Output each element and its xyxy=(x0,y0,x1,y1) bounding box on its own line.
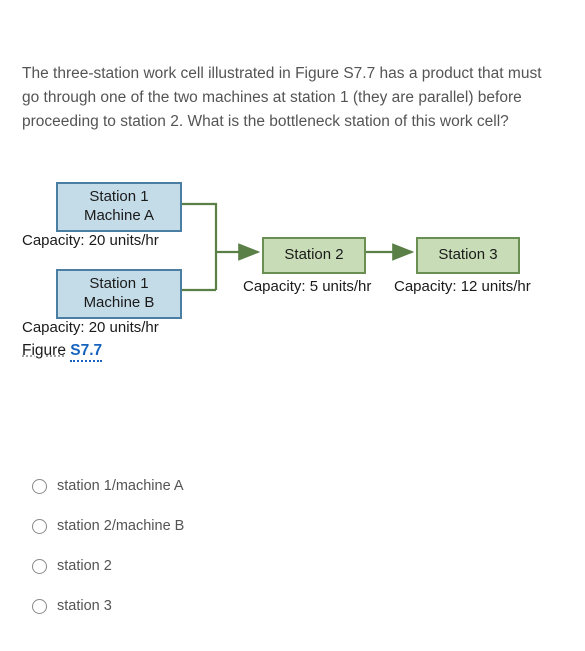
radio-icon xyxy=(32,599,47,614)
option-label: station 3 xyxy=(57,598,112,614)
node-station1-machine-b: Station 1 Machine B xyxy=(56,269,182,319)
capacity-label-1b: Capacity: 20 units/hr xyxy=(22,319,159,336)
answer-options: station 1/machine A station 2/machine B … xyxy=(32,478,563,614)
option-label: station 1/machine A xyxy=(57,478,184,494)
figure-word: Figure xyxy=(22,342,66,359)
node-line: Station 2 xyxy=(284,246,343,263)
radio-icon xyxy=(32,479,47,494)
radio-icon xyxy=(32,519,47,534)
node-line: Station 3 xyxy=(438,246,497,263)
option-a[interactable]: station 1/machine A xyxy=(32,478,563,494)
capacity-label-1a: Capacity: 20 units/hr xyxy=(22,232,159,249)
node-line: Machine B xyxy=(68,294,170,313)
option-d[interactable]: station 3 xyxy=(32,598,563,614)
node-line: Machine A xyxy=(68,207,170,226)
node-station2: Station 2 xyxy=(262,237,366,274)
capacity-label-2: Capacity: 5 units/hr xyxy=(243,278,371,295)
node-line: Station 1 xyxy=(68,188,170,207)
node-station1-machine-a: Station 1 Machine A xyxy=(56,182,182,232)
node-line: Station 1 xyxy=(68,275,170,294)
option-label: station 2 xyxy=(57,558,112,574)
option-c[interactable]: station 2 xyxy=(32,558,563,574)
figure-label: Figure S7.7 xyxy=(22,342,102,360)
capacity-label-3: Capacity: 12 units/hr xyxy=(394,278,531,295)
figure-diagram: Station 1 Machine A Capacity: 20 units/h… xyxy=(22,182,562,402)
node-station3: Station 3 xyxy=(416,237,520,274)
option-b[interactable]: station 2/machine B xyxy=(32,518,563,534)
question-text: The three-station work cell illustrated … xyxy=(22,62,563,134)
radio-icon xyxy=(32,559,47,574)
option-label: station 2/machine B xyxy=(57,518,184,534)
figure-number: S7.7 xyxy=(70,342,102,362)
